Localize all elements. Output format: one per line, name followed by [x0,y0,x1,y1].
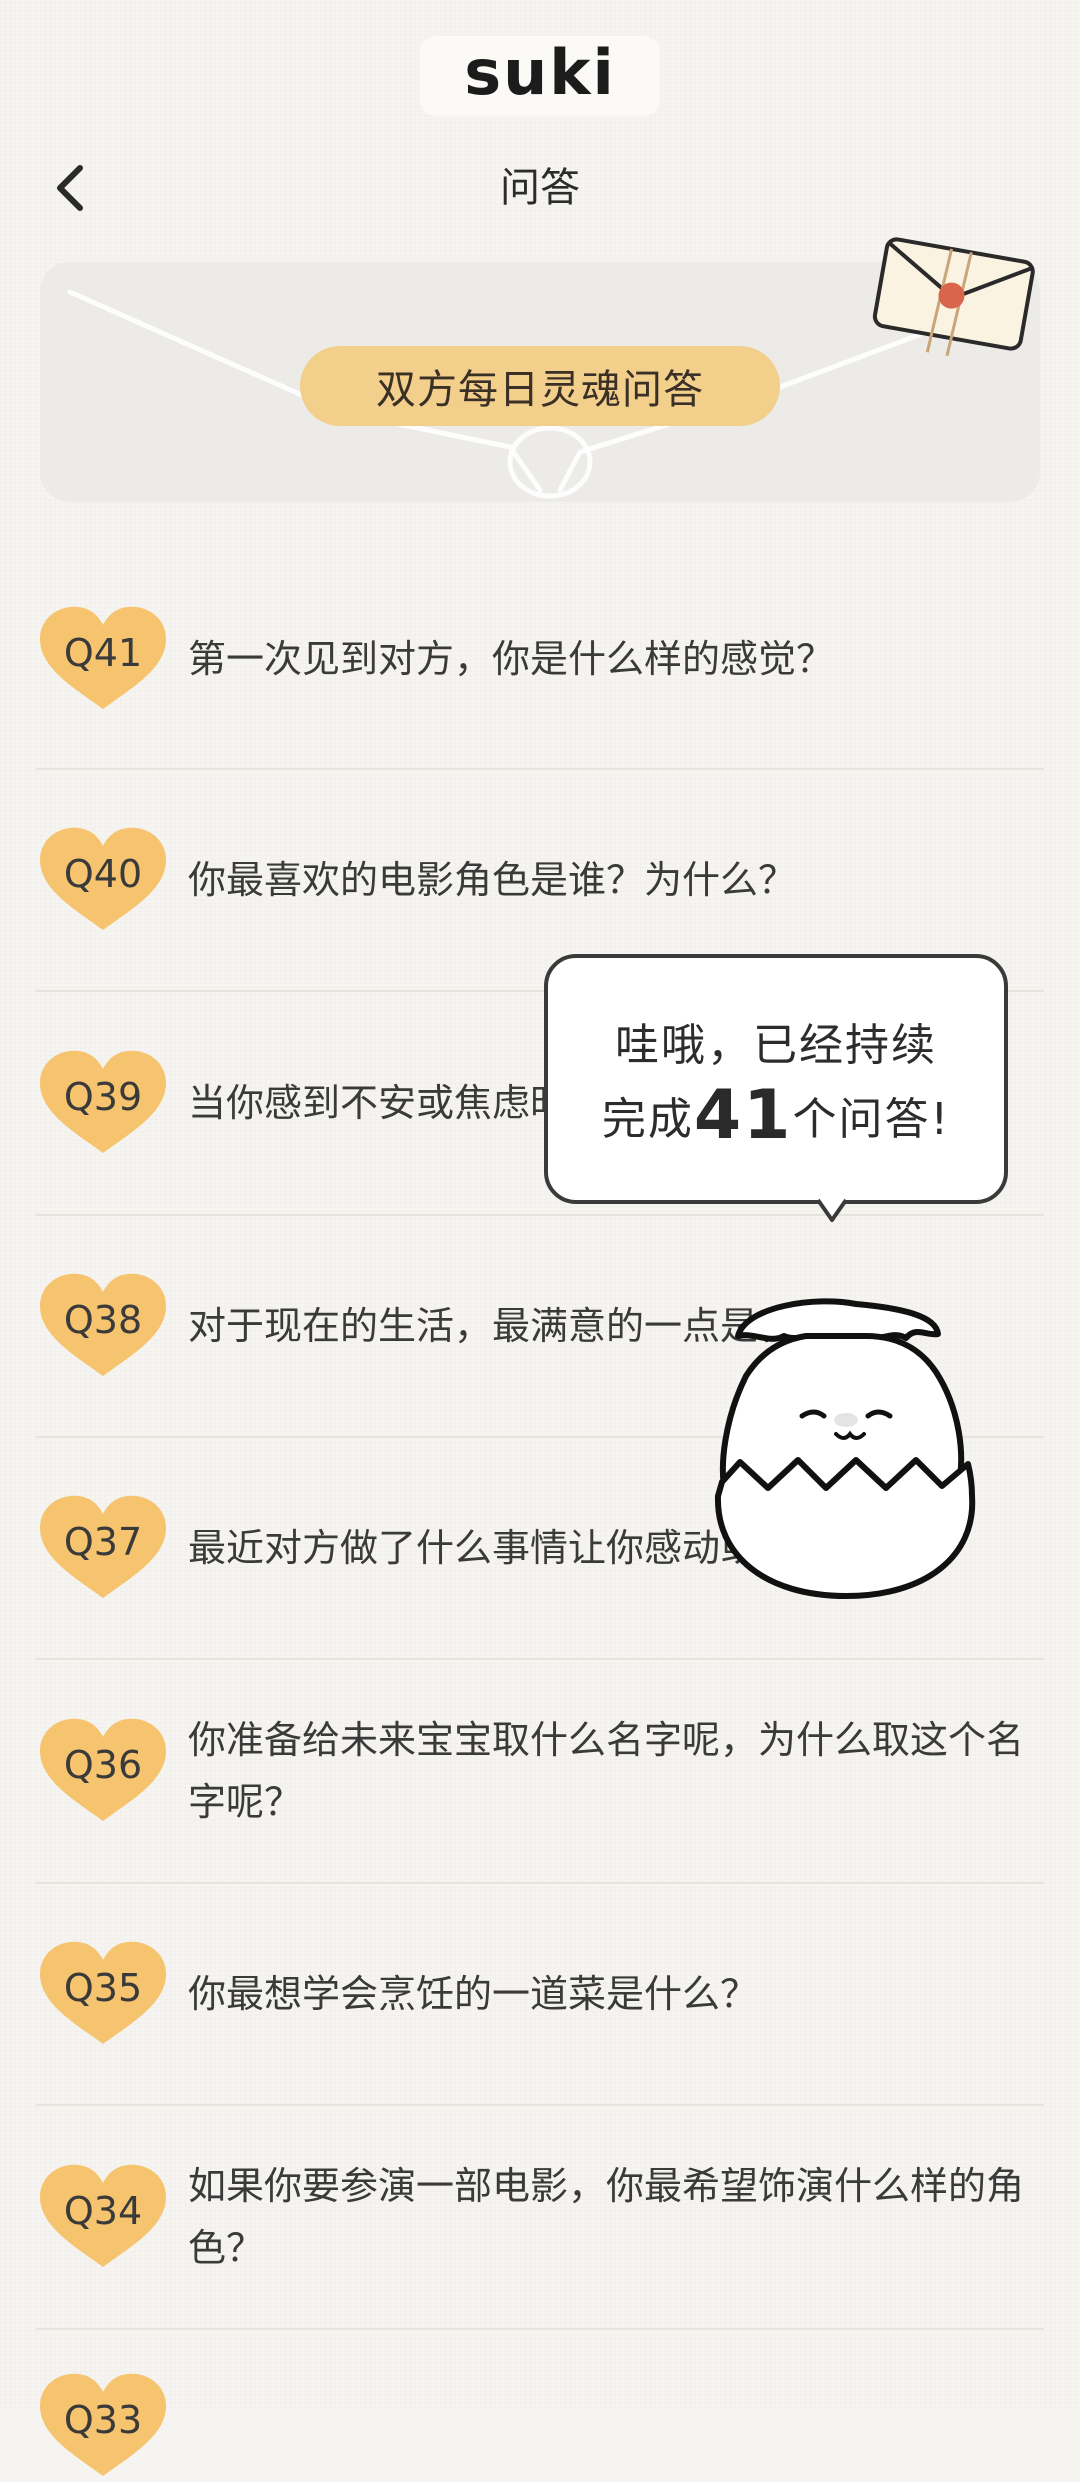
list-item[interactable]: Q35 你最想学会烹饪的一道菜是什么？ [36,1884,1044,2106]
banner-label[interactable]: 双方每日灵魂问答 [300,346,780,426]
bubble-suffix: 个问答! [792,1094,951,1145]
question-number: Q33 [63,2398,143,2442]
question-text: 你准备给未来宝宝取什么名字呢，为什么取这个名字呢？ [188,1718,1025,1824]
question-text: 如果你要参演一部电影，你最希望饰演什么样的角色？ [188,2164,1025,2270]
bubble-prefix: 完成 [601,1094,694,1145]
question-number: Q41 [63,631,143,675]
question-number: Q40 [63,852,143,896]
bubble-line1: 哇哦，已经持续 [615,1020,937,1071]
bubble-line2: 完成41个问答! [548,1076,1004,1160]
question-text: 第一次见到对方，你是什么样的感觉？ [188,637,835,681]
question-number: Q34 [63,2189,143,2233]
heart-badge: Q36 [36,1715,170,1827]
question-number: Q39 [63,1075,143,1119]
bubble-count: 41 [693,1076,793,1155]
page-title: 问答 [500,165,580,211]
list-item[interactable]: Q41 第一次见到对方，你是什么样的感觉？ [36,550,1044,770]
question-number: Q35 [63,1966,143,2010]
question-text: 你最喜欢的电影角色是谁？为什么？ [188,858,797,902]
heart-badge: Q34 [36,2161,170,2273]
question-number: Q37 [63,1520,143,1564]
list-item[interactable]: Q36 你准备给未来宝宝取什么名字呢，为什么取这个名字呢？ [36,1660,1044,1884]
progress-bubble: 哇哦，已经持续 完成41个问答! [544,954,1008,1204]
logo-text: suki [464,36,616,109]
question-text: 你最想学会烹饪的一道菜是什么？ [188,1972,759,2016]
heart-badge: Q37 [36,1492,170,1604]
heart-badge: Q41 [36,603,170,715]
heart-badge: Q40 [36,824,170,936]
heart-badge: Q33 [36,2370,170,2482]
heart-badge: Q38 [36,1270,170,1382]
heart-badge: Q35 [36,1938,170,2050]
heart-badge: Q39 [36,1047,170,1159]
app-logo: suki [420,36,660,116]
question-number: Q36 [63,1743,143,1787]
question-number: Q38 [63,1298,143,1342]
list-item[interactable]: Q34 如果你要参演一部电影，你最希望饰演什么样的角色？ [36,2106,1044,2330]
list-item[interactable]: Q33 [36,2330,1044,2476]
letter-icon [872,237,1035,357]
bubble-tail [818,1198,846,1222]
chick-mascot-icon [714,1298,976,1599]
